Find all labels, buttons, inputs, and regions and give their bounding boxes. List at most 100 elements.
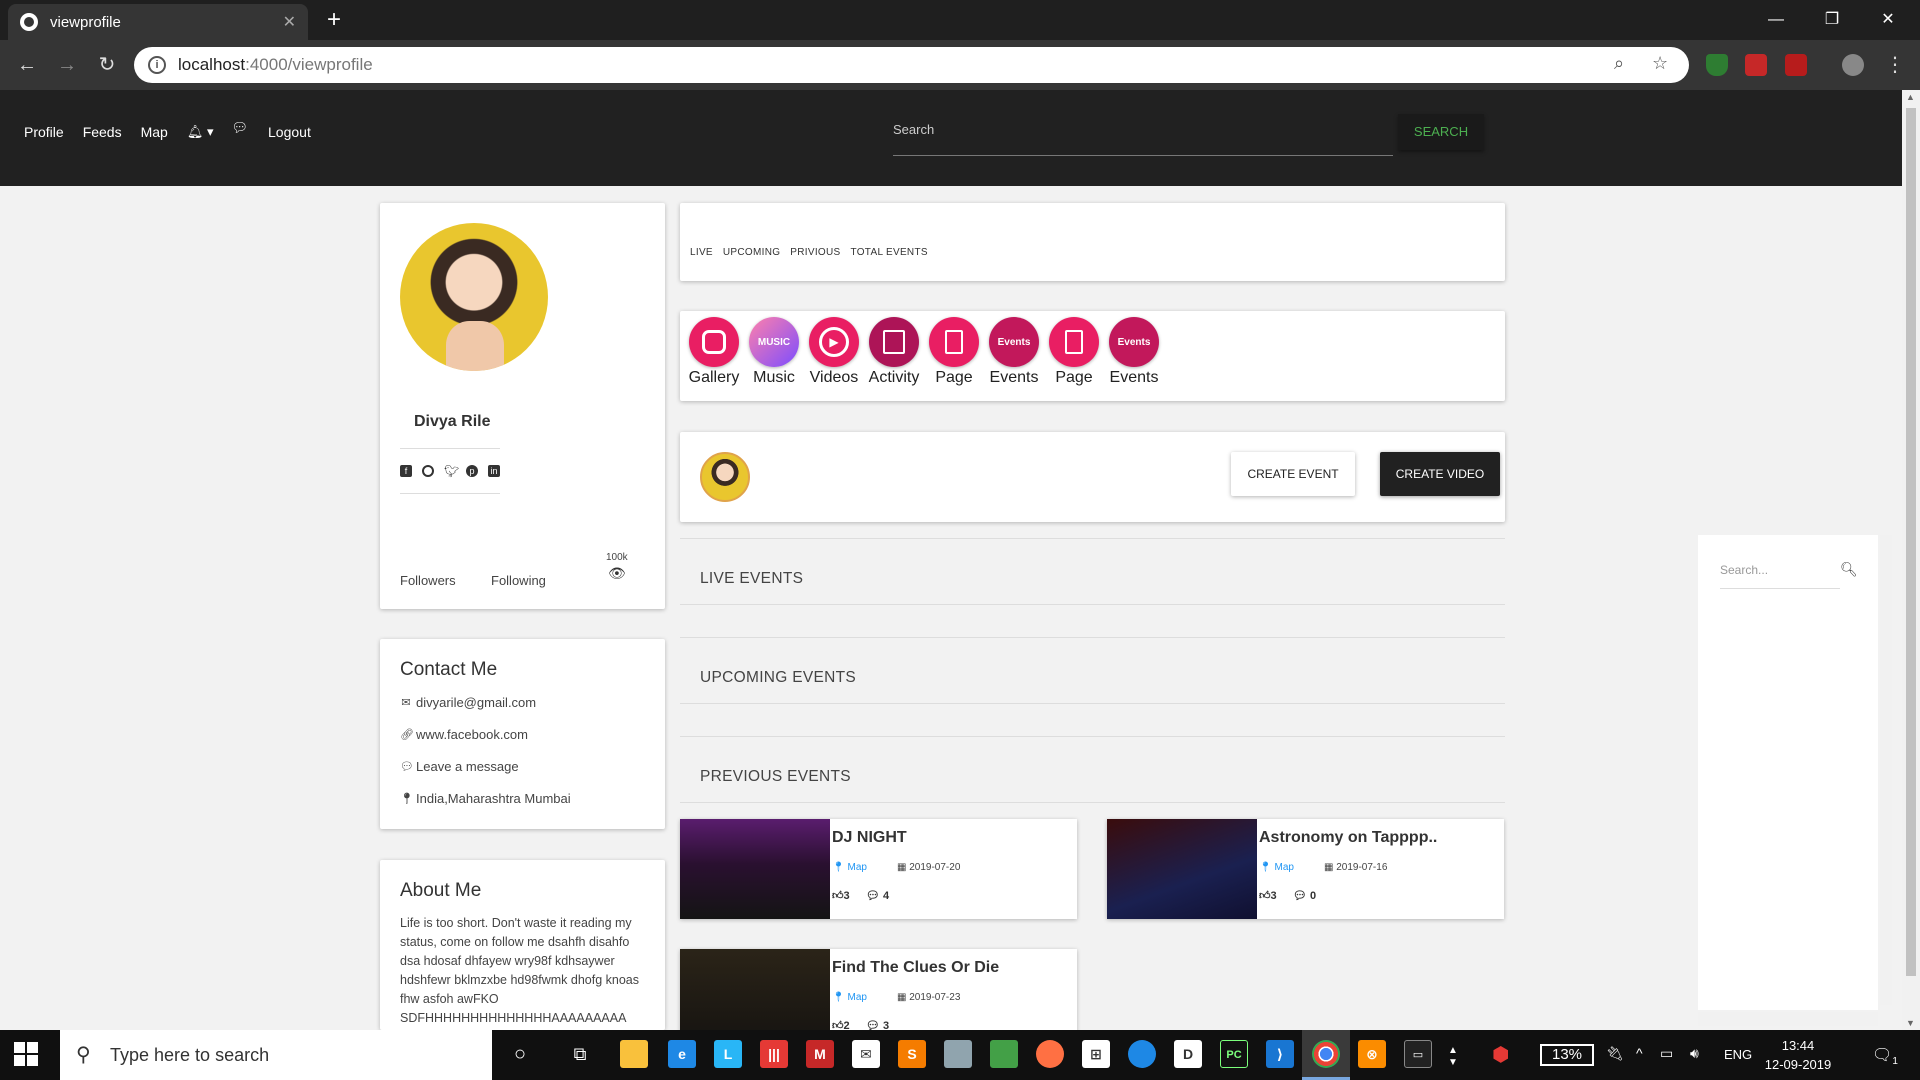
pdf-extension-icon[interactable] (1785, 54, 1807, 76)
tab-close-icon[interactable]: ✕ (283, 12, 296, 32)
event-title[interactable]: Find The Clues Or Die (832, 959, 999, 977)
browser-menu-icon[interactable]: ⋮ (1880, 50, 1910, 80)
shield-extension-icon[interactable] (1706, 54, 1728, 76)
taskbar-search-box[interactable]: ⚲ Type here to search (60, 1030, 492, 1080)
app-d-icon[interactable]: D (1174, 1040, 1202, 1068)
contact-email-row[interactable]: ✉ divyarile@gmail.com (400, 695, 536, 710)
site-info-icon[interactable]: i (148, 56, 166, 74)
create-video-button[interactable]: CREATE VIDEO (1380, 452, 1500, 496)
forward-button[interactable]: → (52, 50, 82, 80)
event-comments[interactable]: 💬︎ 4 (866, 889, 889, 902)
event-likes[interactable]: 👍︎3 (832, 889, 850, 902)
profile-avatar-icon[interactable] (1842, 54, 1864, 76)
chat-icon[interactable]: 💬︎ (232, 120, 249, 136)
menu-page[interactable]: Page (924, 317, 984, 387)
chrome-icon[interactable] (1312, 1040, 1340, 1068)
event-map-link[interactable]: 📍︎ Map (832, 992, 867, 1003)
nav-logout-link[interactable]: Logout (268, 124, 311, 140)
zoom-icon[interactable]: ⌕ (1614, 53, 1624, 74)
vscode-icon[interactable]: ⟩ (1266, 1040, 1294, 1068)
event-card[interactable]: DJ NIGHT 📍︎ Map ▦ 2019-07-20 👍︎3 💬︎ 4 (680, 819, 1077, 919)
mail-icon[interactable]: ✉ (852, 1040, 880, 1068)
tray-app-icon[interactable]: ⬢ (1492, 1042, 1509, 1067)
event-likes[interactable]: 👍︎3 (1259, 889, 1277, 902)
task-view-icon[interactable]: ⧉ (566, 1040, 594, 1068)
event-title[interactable]: DJ NIGHT (832, 829, 907, 847)
page-scrollbar-thumb[interactable] (1906, 108, 1916, 976)
app-l-icon[interactable]: L (714, 1040, 742, 1068)
xampp-icon[interactable]: ⊗ (1358, 1040, 1386, 1068)
menu-gallery[interactable]: Gallery (684, 317, 744, 387)
contact-message-row[interactable]: 💬︎ Leave a message (400, 759, 519, 774)
language-indicator[interactable]: ENG (1724, 1047, 1752, 1062)
menu-videos[interactable]: ▶ Videos (804, 317, 864, 387)
notifications-icon[interactable]: 🗨︎1 (1872, 1045, 1898, 1067)
address-bar[interactable]: i localhost:4000/viewprofile ⌕ ☆ (134, 47, 1689, 83)
notification-bell-icon[interactable]: 🔔︎ ▾ (187, 124, 214, 140)
pinterest-icon[interactable]: p (466, 465, 478, 477)
site-search-input[interactable]: Search (893, 114, 1393, 156)
nav-feeds-link[interactable]: Feeds (83, 124, 122, 140)
edge-icon[interactable]: e (668, 1040, 696, 1068)
tab-live[interactable]: LIVE (690, 247, 713, 258)
pycharm-icon[interactable]: PC (1220, 1040, 1248, 1068)
menu-music[interactable]: MUSIC Music (744, 317, 804, 387)
nav-profile-link[interactable]: Profile (24, 124, 64, 140)
event-card[interactable]: Astronomy on Tapppp.. 📍︎ Map ▦ 2019-07-1… (1107, 819, 1504, 919)
cortana-icon[interactable]: ○ (506, 1040, 534, 1068)
back-button[interactable]: ← (12, 50, 42, 80)
sublime-icon[interactable]: S (898, 1040, 926, 1068)
system-clock[interactable]: 13:44 12-09-2019 (1758, 1036, 1838, 1074)
mcafee-icon[interactable]: M (806, 1040, 834, 1068)
app-compass-icon[interactable] (1036, 1040, 1064, 1068)
linkedin-icon[interactable]: in (488, 465, 500, 477)
followers-label[interactable]: Followers (400, 573, 456, 588)
volume-icon[interactable]: 🔊︎ (1690, 1045, 1699, 1062)
battery-indicator[interactable]: 13% (1540, 1044, 1594, 1066)
maximize-button[interactable]: ❐ (1812, 6, 1852, 34)
menu-events[interactable]: Events Events (984, 317, 1044, 387)
scroll-up-arrow-icon[interactable]: ▲ (1906, 92, 1915, 102)
event-title[interactable]: Astronomy on Tapppp.. (1259, 829, 1437, 847)
tab-previous[interactable]: PRIVIOUS (790, 247, 840, 258)
event-comments[interactable]: 💬︎ 0 (1293, 889, 1316, 902)
network-icon[interactable]: ▭ (1660, 1045, 1673, 1062)
side-search-input[interactable]: Search... (1720, 555, 1840, 589)
side-panel-scrollbar[interactable] (1880, 535, 1892, 1005)
facebook-icon[interactable]: f (400, 465, 412, 477)
site-search-button[interactable]: SEARCH (1398, 114, 1484, 150)
menu-events[interactable]: Events Events (1104, 317, 1164, 387)
menu-activity[interactable]: Activity (864, 317, 924, 387)
app-red-icon[interactable]: ||| (760, 1040, 788, 1068)
android-studio-icon[interactable] (990, 1040, 1018, 1068)
power-plug-icon[interactable]: 🔌︎ (1606, 1045, 1624, 1062)
tray-scroll-arrows-icon[interactable]: ▲ ▼ (1448, 1045, 1458, 1069)
tab-total-events[interactable]: TOTAL EVENTS (851, 247, 928, 258)
close-window-button[interactable]: ✕ (1868, 6, 1908, 34)
page-scrollbar[interactable]: ▲ ▼ (1902, 90, 1920, 1030)
instagram-icon[interactable] (422, 465, 434, 477)
minimize-button[interactable]: — (1756, 6, 1796, 34)
contact-website-row[interactable]: 🔗︎ www.facebook.com (400, 727, 528, 742)
event-map-link[interactable]: 📍︎ Map (1259, 862, 1294, 873)
create-event-button[interactable]: CREATE EVENT (1231, 452, 1355, 496)
browser-tab[interactable]: viewprofile ✕ (8, 4, 308, 40)
twitter-icon[interactable]: 🐦︎ (444, 465, 459, 477)
reload-button[interactable]: ↻ (92, 50, 122, 80)
new-tab-button[interactable]: + (318, 6, 350, 34)
menu-page[interactable]: Page (1044, 317, 1104, 387)
maps-icon[interactable] (1128, 1040, 1156, 1068)
event-map-link[interactable]: 📍︎ Map (832, 862, 867, 873)
windows-start-icon[interactable] (14, 1042, 38, 1066)
tab-upcoming[interactable]: UPCOMING (723, 247, 780, 258)
search-icon[interactable]: 🔍︎ (1840, 561, 1858, 578)
store-icon[interactable]: ⊞ (1082, 1040, 1110, 1068)
following-label[interactable]: Following (491, 573, 546, 588)
file-explorer-icon[interactable] (620, 1040, 648, 1068)
nav-map-link[interactable]: Map (141, 124, 168, 140)
show-hidden-icons-icon[interactable]: ^ (1636, 1045, 1643, 1061)
terminal-icon[interactable]: ▭ (1404, 1040, 1432, 1068)
side-panel-horizontal-scrollbar[interactable] (1698, 1012, 1878, 1026)
pocket-extension-icon[interactable] (1745, 54, 1767, 76)
scroll-down-arrow-icon[interactable]: ▼ (1906, 1018, 1915, 1028)
